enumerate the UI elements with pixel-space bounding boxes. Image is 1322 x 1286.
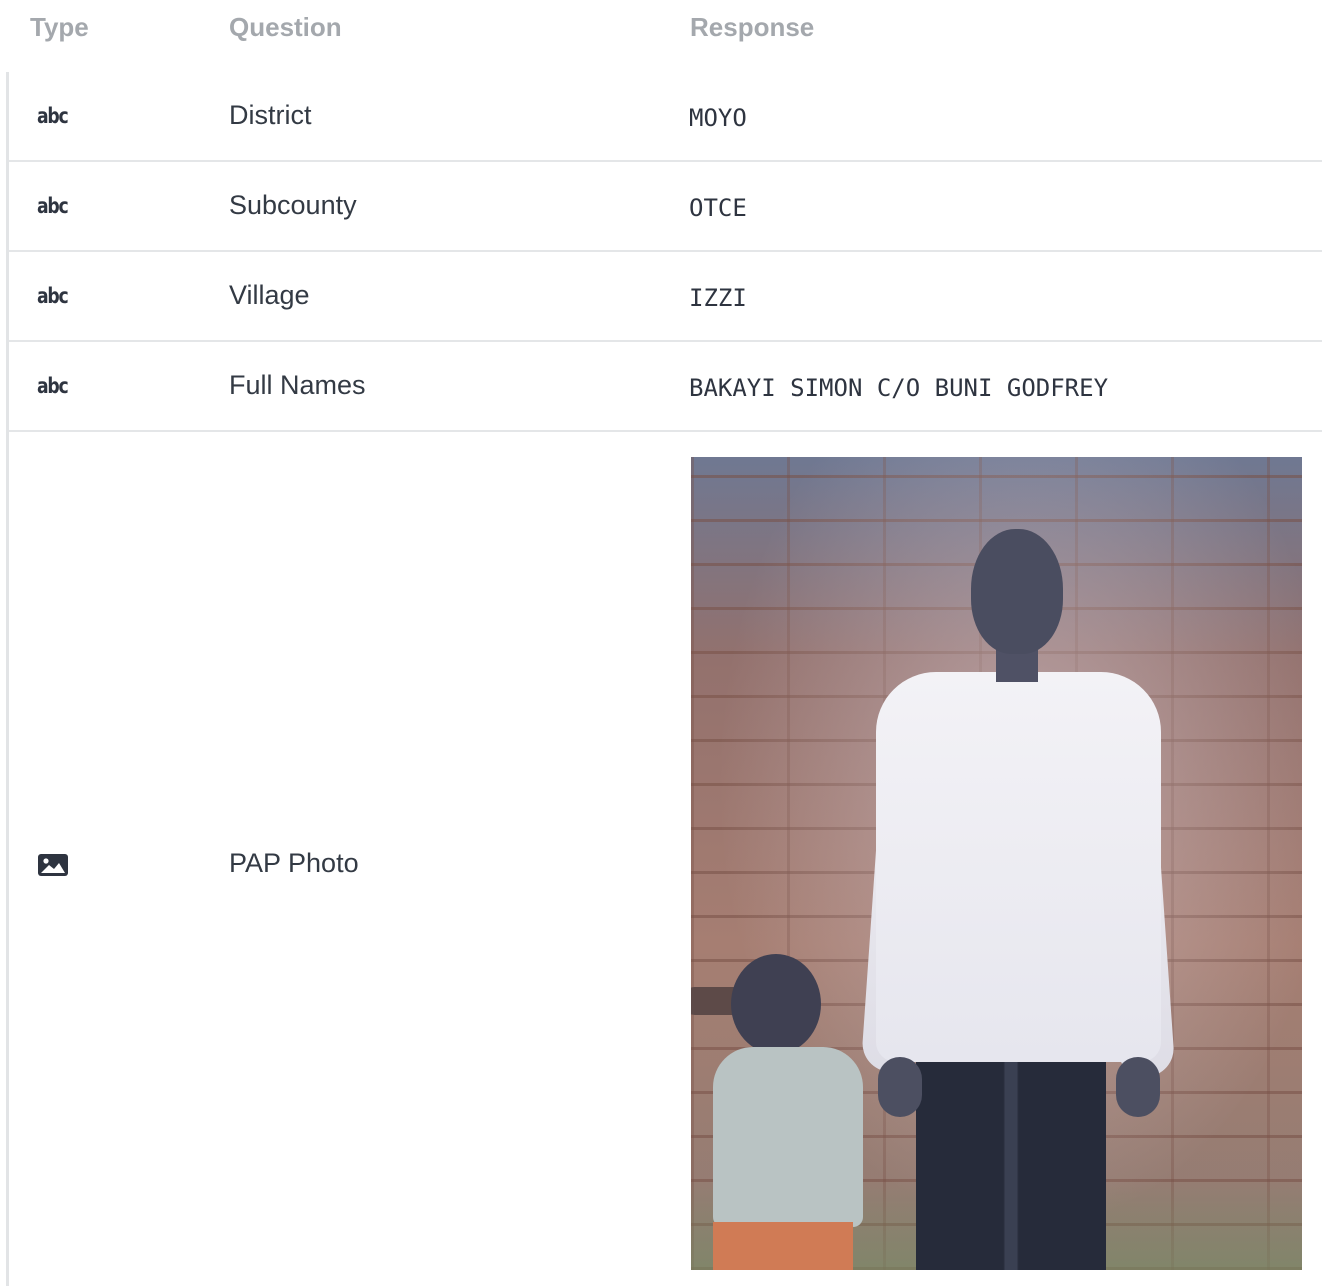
table-row: abc Subcounty OTCE xyxy=(9,162,1322,252)
response-value: OTCE xyxy=(689,194,747,222)
text-type-icon: abc xyxy=(37,284,69,308)
table-row: abc Full Names BAKAYI SIMON C/O BUNI GOD… xyxy=(9,342,1322,432)
text-type-icon: abc xyxy=(37,374,69,398)
table-header: Type Question Response xyxy=(0,0,1322,60)
table-row: abc Village IZZI xyxy=(9,252,1322,342)
image-icon xyxy=(38,854,68,876)
response-value: BAKAYI SIMON C/O BUNI GODFREY xyxy=(689,374,1109,402)
pap-photo[interactable] xyxy=(691,457,1302,1270)
text-type-icon: abc xyxy=(37,104,69,128)
question-label: District xyxy=(229,100,312,130)
question-label: Full Names xyxy=(229,370,366,400)
table-row: abc District MOYO xyxy=(9,72,1322,162)
question-label: Subcounty xyxy=(229,190,357,220)
response-value: MOYO xyxy=(689,104,747,132)
text-type-icon: abc xyxy=(37,194,69,218)
header-type: Type xyxy=(30,12,89,42)
header-response: Response xyxy=(690,12,815,42)
header-question: Question xyxy=(229,12,342,42)
table-body: abc District MOYO abc Subcounty OTCE abc… xyxy=(6,72,1322,1286)
question-label: Village xyxy=(229,280,310,310)
response-value: IZZI xyxy=(689,284,747,312)
question-label: PAP Photo xyxy=(229,848,359,878)
